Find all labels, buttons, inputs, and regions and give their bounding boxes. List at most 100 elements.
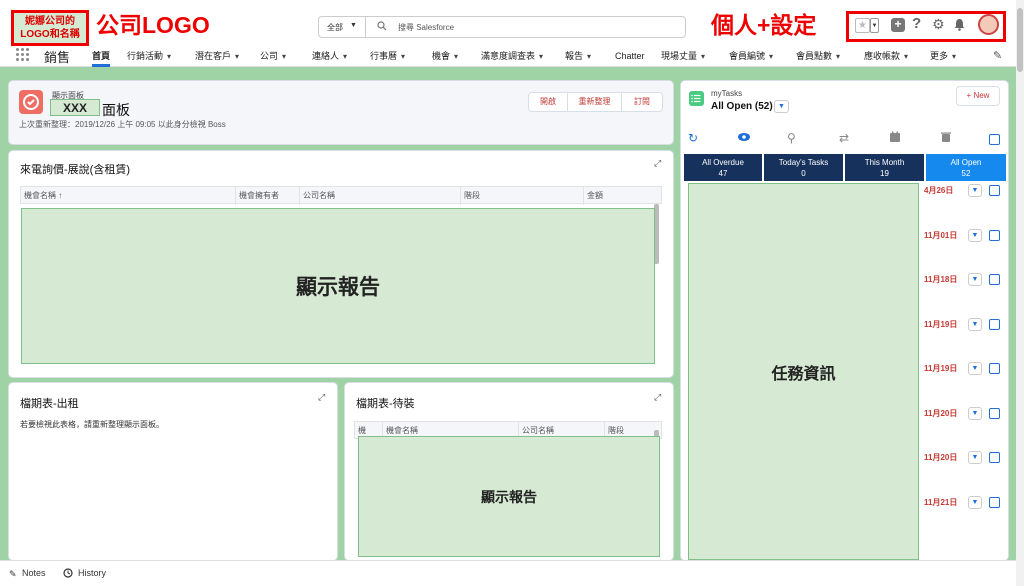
assign-user-icon[interactable]: ⚲	[787, 131, 796, 145]
tab-label: Today's Tasks	[778, 158, 829, 167]
tab-label: All Overdue	[702, 158, 744, 167]
column-header[interactable]: 機會擁有者	[236, 187, 300, 205]
task-complete-checkbox[interactable]	[989, 497, 1000, 508]
report-table-header: 機會名稱 ↑ 機會擁有者 公司名稱 階段 金額	[20, 186, 663, 205]
task-complete-checkbox[interactable]	[989, 452, 1000, 463]
expand-icon[interactable]: ⤢	[654, 392, 661, 403]
task-complete-checkbox[interactable]	[989, 319, 1000, 330]
nav-tab-label: 首頁	[92, 51, 111, 61]
chevron-down-icon[interactable]: ▾	[167, 47, 171, 67]
edit-nav-pencil-icon[interactable]: ✎	[993, 49, 1002, 62]
reassign-icon[interactable]: ⇄	[839, 131, 849, 145]
task-action-dropdown[interactable]: ▼	[968, 318, 982, 331]
task-complete-checkbox[interactable]	[989, 185, 1000, 196]
task-action-dropdown[interactable]: ▼	[968, 362, 982, 375]
setup-gear-icon[interactable]: ⚙	[932, 16, 945, 33]
calendar-icon[interactable]	[889, 131, 901, 143]
select-all-checkbox[interactable]	[989, 134, 1000, 145]
tab-this-month[interactable]: This Month 19	[845, 154, 924, 181]
nav-tab[interactable]: 滿意度調查表 ▾	[481, 46, 543, 67]
nav-tab[interactable]: 行事曆 ▾	[370, 46, 405, 67]
tab-all-overdue[interactable]: All Overdue 47	[684, 154, 762, 181]
chevron-down-icon[interactable]: ▾	[836, 47, 840, 67]
global-search-input[interactable]: 搜尋 Salesforce	[365, 16, 686, 38]
notifications-bell-icon[interactable]	[953, 18, 966, 31]
nav-tab[interactable]: 機會 ▾	[432, 46, 458, 67]
nav-tab[interactable]: 報告 ▾	[565, 46, 591, 67]
app-launcher-icon[interactable]	[15, 47, 30, 62]
task-complete-checkbox[interactable]	[989, 408, 1000, 419]
task-complete-checkbox[interactable]	[989, 230, 1000, 241]
chevron-down-icon[interactable]: ▾	[401, 47, 405, 67]
company-logo-annotation[interactable]: 妮娜公司的 LOGO和名稱	[11, 10, 89, 46]
favorites-star-icon[interactable]: ★	[855, 18, 870, 33]
view-eye-icon[interactable]	[737, 131, 751, 143]
tab-count: 52	[961, 169, 971, 178]
task-action-dropdown[interactable]: ▼	[968, 451, 982, 464]
nav-tab[interactable]: Chatter	[615, 46, 645, 67]
nav-tab[interactable]: 現場丈量 ▾	[661, 46, 705, 67]
refresh-icon[interactable]: ↻	[688, 131, 698, 145]
column-header[interactable]: 公司名稱	[300, 187, 461, 205]
nav-tab-label: 行事曆	[370, 51, 398, 61]
open-button[interactable]: 開啟	[528, 92, 568, 112]
help-icon[interactable]: ?	[912, 15, 921, 32]
nav-tab[interactable]: 公司 ▾	[260, 46, 286, 67]
nav-tab[interactable]: 潛在客戶 ▾	[195, 46, 239, 67]
task-info-label: 任務資訊	[771, 365, 836, 383]
column-header[interactable]: 機會名稱 ↑	[21, 187, 236, 205]
chevron-down-icon[interactable]: ▾	[952, 47, 956, 67]
nav-tab-label: 潛在客戶	[195, 51, 232, 61]
task-complete-checkbox[interactable]	[989, 274, 1000, 285]
refresh-button[interactable]: 重新整理	[567, 92, 622, 112]
chevron-down-icon[interactable]: ▾	[701, 47, 705, 67]
expand-icon[interactable]: ⤢	[654, 158, 661, 169]
search-scope-dropdown[interactable]: 全部 ▼	[318, 16, 366, 38]
chevron-down-icon[interactable]: ▾	[904, 47, 908, 67]
chevron-down-icon[interactable]: ▾	[235, 47, 239, 67]
view-dropdown-icon[interactable]: ▼	[774, 100, 789, 113]
nav-tab[interactable]: 會員編號 ▾	[729, 46, 773, 67]
task-action-dropdown[interactable]: ▼	[968, 229, 982, 242]
nav-tab[interactable]: 應收帳款 ▾	[864, 46, 908, 67]
chevron-down-icon[interactable]: ▾	[282, 47, 286, 67]
new-task-button[interactable]: + New	[956, 86, 1000, 106]
chevron-down-icon[interactable]: ▾	[343, 47, 347, 67]
nav-tab[interactable]: 行銷活動 ▾	[127, 46, 171, 67]
tasks-header-label: myTasks	[711, 89, 743, 98]
tab-todays-tasks[interactable]: Today's Tasks 0	[764, 154, 843, 181]
nav-tab[interactable]: 會員點數 ▾	[796, 46, 840, 67]
favorites-dropdown-icon[interactable]: ▼	[870, 18, 879, 33]
page-scrollbar[interactable]	[1016, 0, 1024, 586]
task-action-dropdown[interactable]: ▼	[968, 496, 982, 509]
chevron-down-icon[interactable]: ▾	[454, 47, 458, 67]
delete-trash-icon[interactable]	[940, 131, 952, 143]
history-button[interactable]: History	[78, 568, 106, 578]
tasks-view-selector[interactable]: All Open (52)	[711, 101, 773, 112]
page-scrollbar-thumb[interactable]	[1017, 8, 1023, 72]
column-header[interactable]: 金額	[584, 187, 663, 205]
task-action-dropdown[interactable]: ▼	[968, 184, 982, 197]
report-display-label: 顯示報告	[481, 488, 537, 505]
task-complete-checkbox[interactable]	[989, 363, 1000, 374]
chevron-down-icon[interactable]: ▾	[539, 47, 543, 67]
notes-button[interactable]: Notes	[22, 568, 46, 578]
report-card-rental: 檔期表-出租 ⤢ 若要檢視此表格，請重新整理顯示面板。	[9, 383, 337, 560]
subscribe-button[interactable]: 訂閱	[621, 92, 663, 112]
expand-icon[interactable]: ⤢	[318, 392, 325, 403]
nav-tab[interactable]: 連絡人 ▾	[312, 46, 347, 67]
task-action-dropdown[interactable]: ▼	[968, 273, 982, 286]
dashboard-icon	[19, 90, 43, 114]
tab-all-open[interactable]: All Open 52	[926, 154, 1006, 181]
user-avatar[interactable]	[978, 14, 999, 35]
chevron-down-icon[interactable]: ▾	[769, 47, 773, 67]
task-action-dropdown[interactable]: ▼	[968, 407, 982, 420]
nav-tab[interactable]: 更多 ▾	[930, 46, 956, 67]
global-actions-icon[interactable]: +	[891, 18, 905, 32]
nav-tab[interactable]: 首頁	[92, 46, 111, 67]
column-header[interactable]: 階段	[461, 187, 584, 205]
search-icon	[377, 21, 387, 31]
chevron-down-icon[interactable]: ▾	[587, 47, 591, 67]
report-display-annotation: 顯示報告	[21, 208, 655, 364]
report-card-title: 來電詢價-展說(含租賃)	[20, 164, 130, 176]
